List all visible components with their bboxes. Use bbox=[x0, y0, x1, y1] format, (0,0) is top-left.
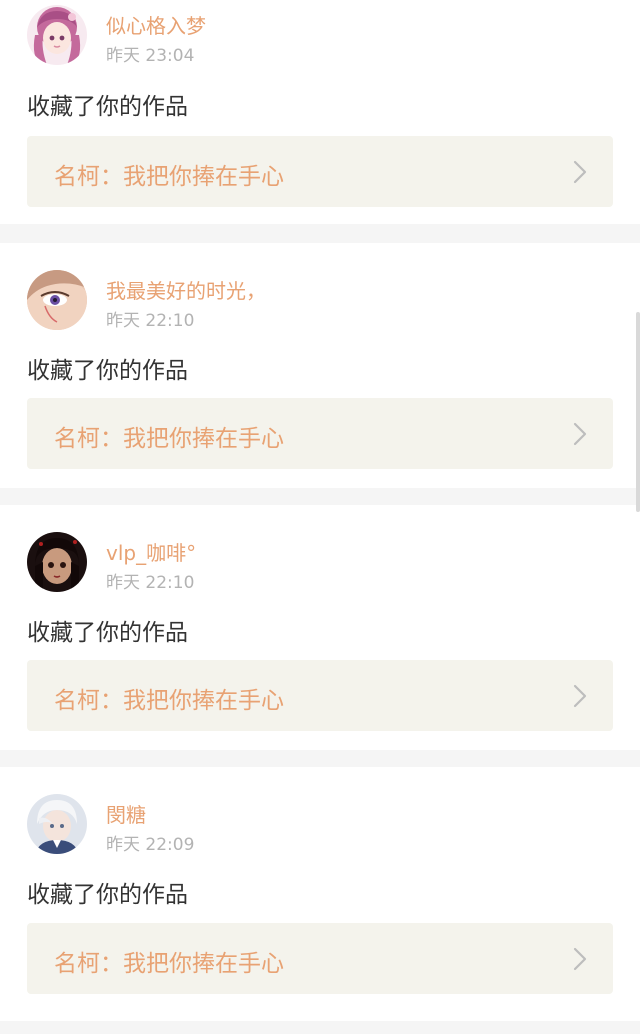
action-text: 收藏了你的作品 bbox=[27, 620, 188, 646]
username[interactable]: 我最美好的时光， bbox=[106, 275, 266, 304]
work-link[interactable]: 名柯：我把你捧在手心 bbox=[27, 923, 613, 994]
work-title: 名柯：我把你捧在手心 bbox=[54, 688, 284, 714]
work-link[interactable]: 名柯：我把你捧在手心 bbox=[27, 398, 613, 469]
notification-card: vlp_咖啡° 昨天 22:10 收藏了你的作品 名柯：我把你捧在手心 bbox=[0, 505, 640, 750]
action-text: 收藏了你的作品 bbox=[27, 94, 188, 120]
action-text: 收藏了你的作品 bbox=[27, 358, 188, 384]
notification-card: 閔糖 昨天 22:09 收藏了你的作品 名柯：我把你捧在手心 bbox=[0, 767, 640, 1021]
chevron-right-icon bbox=[573, 947, 587, 971]
timestamp: 昨天 22:10 bbox=[106, 311, 195, 331]
work-link[interactable]: 名柯：我把你捧在手心 bbox=[27, 660, 613, 731]
chevron-right-icon bbox=[573, 422, 587, 446]
timestamp: 昨天 22:10 bbox=[106, 573, 195, 593]
user-avatar[interactable] bbox=[27, 794, 87, 854]
work-link[interactable]: 名柯：我把你捧在手心 bbox=[27, 136, 613, 207]
user-avatar[interactable] bbox=[27, 270, 87, 330]
scrollbar[interactable] bbox=[636, 312, 640, 512]
username[interactable]: 閔糖 bbox=[106, 799, 146, 828]
timestamp: 昨天 23:04 bbox=[106, 46, 195, 66]
chevron-right-icon bbox=[573, 160, 587, 184]
user-avatar[interactable] bbox=[27, 532, 87, 592]
timestamp: 昨天 22:09 bbox=[106, 835, 195, 855]
user-avatar[interactable] bbox=[27, 5, 87, 65]
notification-feed: 似心格入梦 昨天 23:04 收藏了你的作品 名柯：我把你捧在手心 我最美好的时… bbox=[0, 0, 640, 1034]
work-title: 名柯：我把你捧在手心 bbox=[54, 426, 284, 452]
action-text: 收藏了你的作品 bbox=[27, 882, 188, 908]
username[interactable]: vlp_咖啡° bbox=[106, 537, 196, 566]
notification-card: 我最美好的时光， 昨天 22:10 收藏了你的作品 名柯：我把你捧在手心 bbox=[0, 243, 640, 488]
work-title: 名柯：我把你捧在手心 bbox=[54, 164, 284, 190]
username[interactable]: 似心格入梦 bbox=[106, 10, 206, 39]
notification-card: 似心格入梦 昨天 23:04 收藏了你的作品 名柯：我把你捧在手心 bbox=[0, 0, 640, 224]
chevron-right-icon bbox=[573, 684, 587, 708]
work-title: 名柯：我把你捧在手心 bbox=[54, 951, 284, 977]
